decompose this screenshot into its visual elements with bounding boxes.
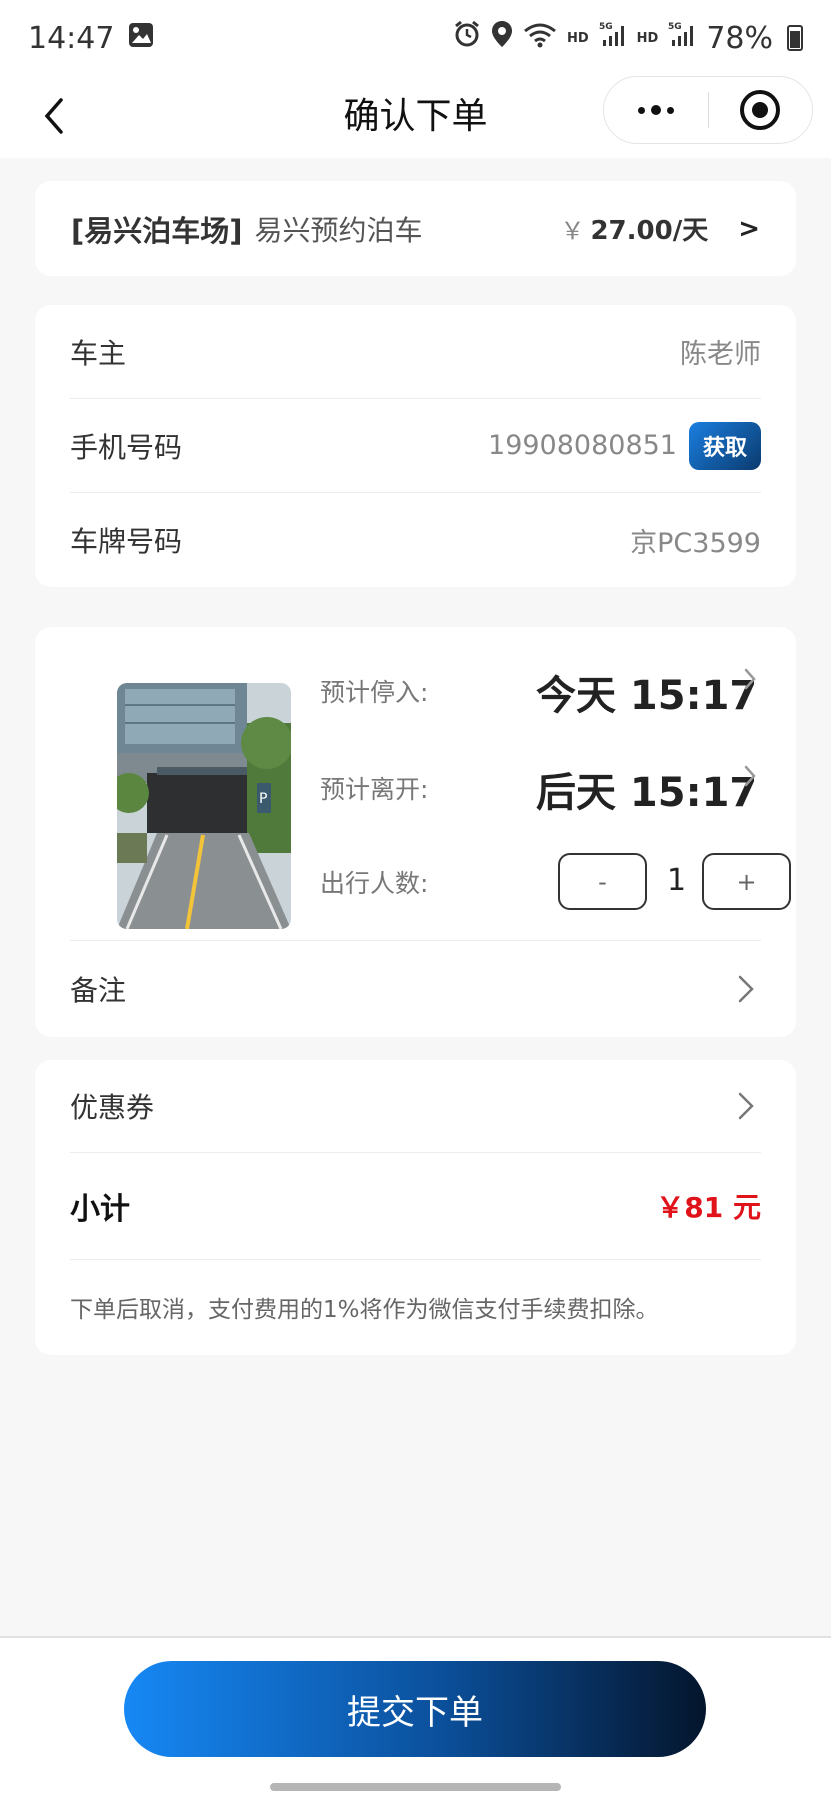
- phone-label: 手机号码: [70, 430, 183, 464]
- plate-value[interactable]: 京PC3599: [630, 521, 761, 560]
- price-value: 27.00/天: [590, 216, 709, 246]
- gallery-icon: [128, 21, 154, 56]
- coupon-row[interactable]: 优惠券: [70, 1060, 761, 1153]
- more-button[interactable]: [604, 105, 708, 115]
- chevron-right-icon[interactable]: [743, 764, 757, 795]
- remark-row[interactable]: 备注: [70, 941, 761, 1036]
- chevron-right-icon[interactable]: [743, 667, 757, 698]
- cancellation-note: 下单后取消，支付费用的1%将作为微信支付手续费扣除。: [70, 1297, 659, 1323]
- summary-card: 优惠券 小计 ￥81 元 下单后取消，支付费用的1%将作为微信支付手续费扣除。: [35, 1060, 796, 1355]
- svg-text:5G: 5G: [599, 22, 613, 32]
- status-time: 14:47: [28, 20, 115, 56]
- people-count: 1: [667, 863, 687, 898]
- chevron-right-icon: [731, 1091, 761, 1121]
- lot-arrow[interactable]: >: [738, 214, 760, 244]
- leave-time-value[interactable]: 后天 15:17: [536, 760, 757, 818]
- parking-lot-photo: P: [117, 683, 291, 929]
- submit-order-button[interactable]: 提交下单: [124, 1661, 706, 1757]
- svg-text:5G: 5G: [668, 22, 682, 32]
- lot-subtitle: 易兴预约泊车: [254, 213, 423, 247]
- increment-button[interactable]: +: [702, 853, 791, 910]
- people-label: 出行人数:: [320, 869, 429, 898]
- svg-text:P: P: [259, 791, 267, 807]
- leave-time-label: 预计离开:: [320, 775, 429, 804]
- subtotal-value: ￥81 元: [656, 1191, 761, 1224]
- battery-percent: 78%: [706, 20, 773, 56]
- parking-lot-card[interactable]: [易兴泊车场] 易兴预约泊车 ￥ 27.00/天 >: [35, 181, 796, 276]
- bottom-action-bar: 提交下单: [0, 1636, 831, 1800]
- coupon-label: 优惠券: [70, 1091, 155, 1124]
- mini-program-capsule: [603, 76, 813, 144]
- plate-row: 车牌号码 京PC3599: [70, 493, 761, 587]
- phone-row: 手机号码 19908080851 获取: [70, 399, 761, 493]
- alarm-icon: [453, 20, 481, 56]
- lot-price: ￥ 27.00/天: [560, 210, 708, 247]
- location-icon: [491, 20, 513, 56]
- target-icon: [740, 90, 781, 130]
- network-label-1: HD: [566, 30, 589, 46]
- close-program-button[interactable]: [709, 90, 813, 130]
- lot-name: [易兴泊车场]: [71, 213, 243, 248]
- currency-symbol: ￥: [560, 217, 585, 245]
- owner-value[interactable]: 陈老师: [680, 332, 761, 371]
- status-bar: 14:47 HD 5G HD 5G 78%: [0, 0, 831, 76]
- phone-value[interactable]: 19908080851: [488, 430, 677, 461]
- owner-label: 车主: [70, 336, 127, 370]
- chevron-right-icon: [731, 974, 761, 1004]
- owner-info-card: 车主 陈老师 手机号码 19908080851 获取 车牌号码 京PC3599: [35, 305, 796, 587]
- signal-icon: 5G: [668, 20, 696, 56]
- more-dots-icon: [637, 106, 645, 114]
- nav-header: 确认下单: [0, 76, 831, 158]
- subtotal-label: 小计: [70, 1192, 130, 1227]
- home-indicator[interactable]: [270, 1783, 561, 1791]
- battery-icon: [787, 25, 803, 51]
- plate-label: 车牌号码: [70, 525, 183, 558]
- decrement-button[interactable]: -: [558, 853, 647, 910]
- wifi-icon: [523, 21, 557, 56]
- signal-icon: 5G: [599, 20, 627, 56]
- booking-details: P 预计停入: 今天 15:17 预计离开: 后天 15:17 出行人数: - …: [70, 627, 791, 941]
- booking-card: P 预计停入: 今天 15:17 预计离开: 后天 15:17 出行人数: - …: [35, 627, 796, 1037]
- enter-time-value[interactable]: 今天 15:17: [536, 663, 757, 721]
- owner-row: 车主 陈老师: [70, 305, 761, 399]
- remark-label: 备注: [70, 973, 127, 1007]
- fetch-phone-button[interactable]: 获取: [688, 421, 761, 470]
- enter-time-label: 预计停入:: [320, 678, 429, 707]
- network-label-2: HD: [636, 30, 659, 46]
- subtotal-row: 小计 ￥81 元: [70, 1153, 761, 1260]
